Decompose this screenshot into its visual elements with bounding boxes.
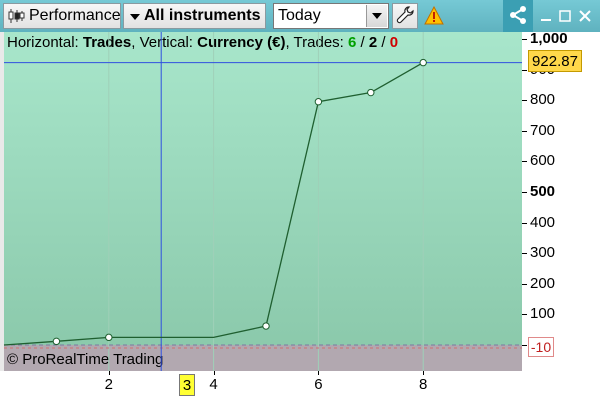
cursor-x-label: 3 bbox=[179, 374, 195, 396]
data-point bbox=[52, 337, 61, 346]
data-point bbox=[262, 322, 270, 330]
data-point bbox=[314, 98, 323, 106]
negative-value-tag: -10 bbox=[528, 337, 554, 357]
data-point bbox=[105, 333, 113, 342]
current-value-tag: 922.87 bbox=[528, 50, 582, 72]
performance-chart bbox=[3, 32, 522, 371]
data-point bbox=[367, 88, 375, 97]
data-point bbox=[419, 58, 427, 67]
